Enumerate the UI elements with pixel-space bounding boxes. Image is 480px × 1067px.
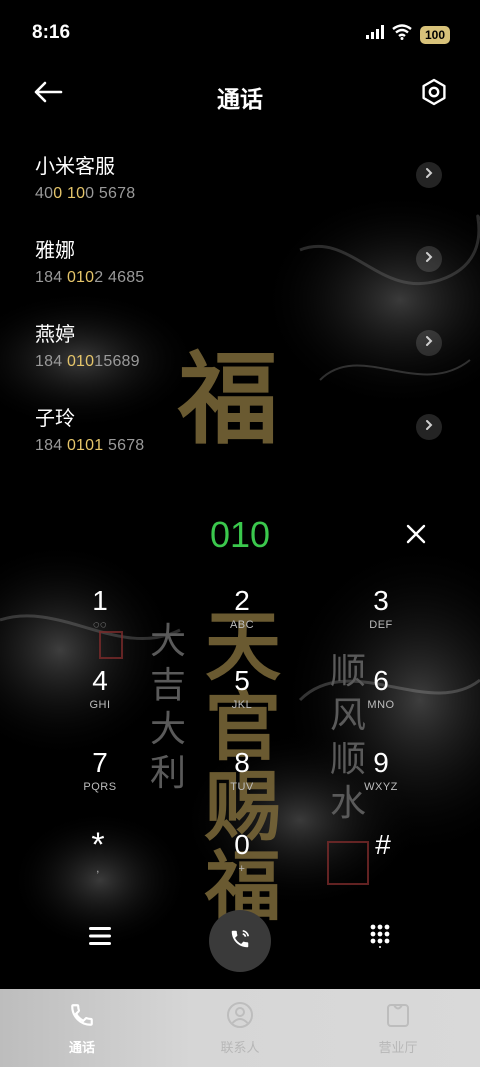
voicemail-icon: ◌◌: [92, 619, 108, 631]
contact-name: 燕婷: [35, 324, 75, 346]
key-digit: 4: [92, 665, 108, 696]
key-6[interactable]: 6 MNO: [311, 665, 451, 737]
wifi-icon: [392, 24, 412, 45]
chevron-right-icon: [424, 250, 434, 268]
key-letters: +: [238, 863, 246, 875]
contact-detail-button[interactable]: [416, 414, 442, 440]
contact-name: 子玲: [35, 408, 75, 430]
contact-number: 184 0101 5678: [35, 437, 145, 454]
status-icons: 100: [365, 24, 450, 45]
settings-button[interactable]: [418, 78, 450, 110]
key-digit: *: [91, 826, 105, 864]
dial-input-row: 010: [0, 510, 480, 562]
key-letters: WXYZ: [364, 781, 398, 793]
contact-row[interactable]: 燕婷 184 01015689: [0, 308, 480, 392]
nav-label: 通话: [68, 1040, 95, 1055]
key-digit: 1: [92, 585, 108, 616]
menu-button[interactable]: [84, 922, 116, 954]
status-time: 8:16: [32, 22, 71, 43]
key-letters: PQRS: [83, 781, 117, 793]
contact-name: 雅娜: [35, 240, 75, 262]
contact-suggestion-list: 小米客服 400 100 5678 雅娜 184 0102 4685 燕婷 18…: [0, 140, 480, 476]
gear-icon: [420, 78, 448, 111]
shop-bag-icon: [384, 1001, 412, 1029]
chevron-right-icon: [424, 334, 434, 352]
key-5[interactable]: 5 JKL: [172, 665, 312, 737]
chevron-right-icon: [424, 418, 434, 436]
key-letters: ABC: [229, 619, 255, 631]
nav-item-calls[interactable]: 通话: [22, 1001, 142, 1056]
page-title: 通话: [217, 86, 263, 112]
contact-detail-button[interactable]: [416, 246, 442, 272]
key-digit: 0: [234, 829, 250, 860]
contact-row[interactable]: 子玲 184 0101 5678: [0, 392, 480, 476]
key-letters: MNO: [367, 699, 395, 711]
key-digit: 9: [373, 747, 389, 778]
close-icon: [405, 523, 427, 550]
signal-icon: [365, 25, 384, 44]
key-8[interactable]: 8 TUV: [172, 747, 312, 819]
nav-item-store[interactable]: 营业厅: [338, 1001, 458, 1056]
call-button[interactable]: [209, 910, 271, 972]
key-digit: 7: [92, 747, 108, 778]
dialpad-icon: [370, 924, 390, 953]
key-1[interactable]: 1 ◌◌: [30, 585, 170, 657]
key-digit: 2: [234, 585, 250, 616]
contact-number: 184 0102 4685: [35, 269, 145, 286]
key-3[interactable]: 3 DEF: [311, 585, 451, 657]
battery-indicator: 100: [419, 25, 450, 44]
key-digit: 8: [234, 747, 250, 778]
hamburger-menu-icon: [89, 926, 111, 950]
key-star[interactable]: *,: [28, 826, 168, 901]
key-digit: #: [375, 829, 391, 860]
key-letters: TUV: [230, 781, 254, 793]
person-icon: [226, 1001, 254, 1029]
contact-number: 184 01015689: [35, 353, 140, 370]
nav-label: 联系人: [220, 1040, 260, 1055]
contact-row[interactable]: 小米客服 400 100 5678: [0, 140, 480, 224]
contact-detail-button[interactable]: [416, 330, 442, 356]
key-0[interactable]: 0 +: [172, 829, 312, 901]
key-digit: 5: [234, 665, 250, 696]
key-letters: JKL: [231, 699, 253, 711]
chevron-right-icon: [424, 166, 434, 184]
contact-detail-button[interactable]: [416, 162, 442, 188]
dialpad-toggle-button[interactable]: [364, 922, 396, 954]
key-letters: ,: [96, 863, 100, 875]
phone-icon: [68, 1001, 96, 1029]
contact-name: 小米客服: [35, 156, 115, 178]
key-letters: DEF: [369, 619, 393, 631]
status-bar: 8:16 100: [0, 0, 480, 64]
contact-row[interactable]: 雅娜 184 0102 4685: [0, 224, 480, 308]
nav-item-contacts[interactable]: 联系人: [180, 1001, 300, 1056]
clear-button[interactable]: [400, 520, 432, 552]
key-9[interactable]: 9 WXYZ: [311, 747, 451, 819]
key-2[interactable]: 2 ABC: [172, 585, 312, 657]
header: 通话: [0, 70, 480, 120]
key-digit: 6: [373, 665, 389, 696]
nav-label: 营业厅: [378, 1040, 418, 1055]
bottom-navigation: 通话 联系人 营业厅: [0, 989, 480, 1067]
dial-actions: [0, 910, 480, 980]
contact-number: 400 100 5678: [35, 185, 136, 202]
key-4[interactable]: 4 GHI: [30, 665, 170, 737]
key-7[interactable]: 7 PQRS: [30, 747, 170, 819]
key-letters: GHI: [89, 699, 111, 711]
phone-call-icon: [229, 928, 251, 955]
key-digit: 3: [373, 585, 389, 616]
key-hash[interactable]: #: [313, 829, 453, 901]
